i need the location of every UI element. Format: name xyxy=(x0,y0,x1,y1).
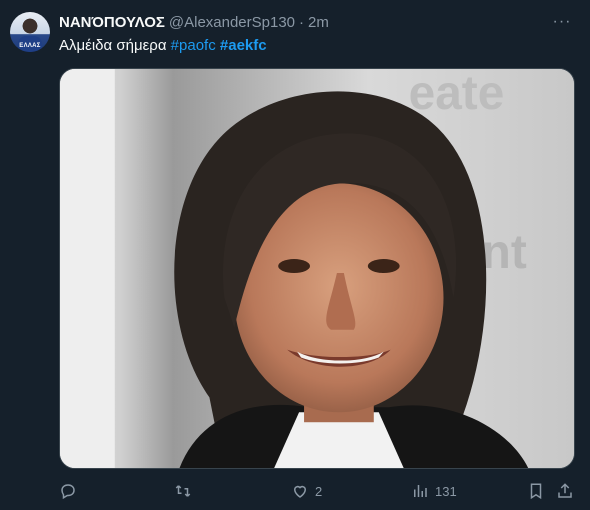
avatar[interactable]: ΕΛΛΑΣ xyxy=(10,12,50,52)
more-options-icon[interactable]: ··· xyxy=(552,14,572,32)
share-button[interactable] xyxy=(556,482,574,500)
hashtag-aekfc[interactable]: #aekfc xyxy=(220,37,267,54)
tweet-text-main: Αλμέιδα σήμερα xyxy=(59,37,171,54)
bookmark-button[interactable] xyxy=(527,482,545,500)
tweet-time[interactable]: 2m xyxy=(308,14,329,31)
tweet-header: ΝΑΝΌΠΟΥΛΟΣ @AlexanderSp130 · 2m xyxy=(59,12,550,32)
heart-icon xyxy=(293,485,307,498)
reply-button[interactable] xyxy=(59,482,83,500)
avatar-badge-text: ΕΛΛΑΣ xyxy=(19,43,41,49)
author-name[interactable]: ΝΑΝΌΠΟΥΛΟΣ xyxy=(59,14,165,31)
views-chart-icon xyxy=(414,485,427,497)
share-icon xyxy=(558,483,572,498)
views-button[interactable]: 131 xyxy=(411,482,457,500)
author-handle[interactable]: @AlexanderSp130 xyxy=(169,14,295,31)
media-photo: eate int xyxy=(60,69,574,468)
retweet-icon xyxy=(175,485,191,497)
like-button[interactable]: 2 xyxy=(291,482,322,500)
reply-icon xyxy=(61,484,75,500)
like-count: 2 xyxy=(315,483,323,499)
separator-dot: · xyxy=(299,13,305,31)
bookmark-icon xyxy=(530,483,542,500)
views-count: 131 xyxy=(435,483,457,499)
tweet-text: Αλμέιδα σήμερα #paofc #aekfc xyxy=(59,37,267,54)
retweet-button[interactable] xyxy=(174,482,198,500)
tweet-media-image[interactable]: eate int xyxy=(59,68,575,469)
hashtag-paofc[interactable]: #paofc xyxy=(171,37,216,54)
tweet-actions: 2 131 xyxy=(59,482,575,502)
svg-text:eate: eate xyxy=(409,69,505,120)
